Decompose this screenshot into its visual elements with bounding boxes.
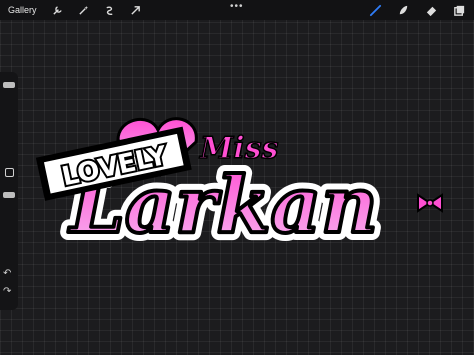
artwork: Miss Larkan Larkan LOVELY — [35, 117, 443, 259]
layers-icon[interactable] — [452, 3, 466, 17]
modify-button[interactable] — [5, 168, 14, 177]
toolbar: Gallery ••• — [0, 0, 474, 20]
bow-shape — [417, 193, 443, 213]
smudge-icon[interactable] — [396, 3, 410, 17]
gallery-button[interactable]: Gallery — [8, 5, 37, 15]
brush-size-slider[interactable] — [3, 82, 15, 88]
eraser-icon[interactable] — [424, 3, 438, 17]
opacity-slider[interactable] — [3, 192, 15, 198]
undo-icon[interactable]: ↶ — [3, 268, 11, 279]
redo-icon[interactable]: ↷ — [3, 286, 11, 297]
left-sidebar: ↶ ↷ — [0, 72, 18, 310]
more-options-icon[interactable]: ••• — [230, 1, 244, 12]
wrench-icon[interactable] — [51, 3, 65, 17]
brush-icon[interactable] — [368, 3, 382, 17]
magic-wand-icon[interactable] — [77, 3, 91, 17]
selection-icon[interactable] — [103, 3, 117, 17]
transform-arrow-icon[interactable] — [129, 3, 143, 17]
